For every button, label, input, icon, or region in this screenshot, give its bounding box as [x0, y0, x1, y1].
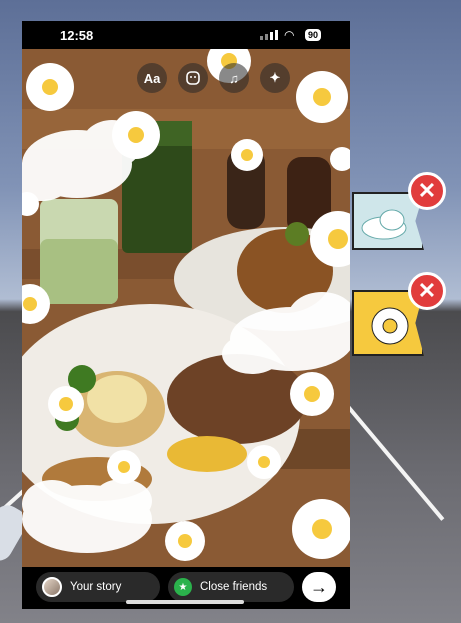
arrow-right-icon: →	[310, 576, 328, 597]
wifi-icon: ◠	[284, 28, 295, 42]
status-time: 12:58	[60, 28, 94, 43]
text-tool-button[interactable]: Aa	[137, 63, 167, 93]
avatar	[42, 577, 62, 597]
delete-cloud-sticker-button[interactable]: ✕	[408, 172, 446, 210]
story-photo[interactable]	[22, 49, 350, 567]
home-indicator	[126, 600, 244, 604]
status-bar: 12:58 ◠ 90	[22, 21, 350, 49]
effects-button[interactable]: ✦	[260, 63, 290, 93]
sparkles-icon: ✦	[269, 70, 281, 85]
music-note-icon: ♫	[229, 70, 239, 86]
send-button[interactable]: →	[302, 572, 336, 602]
daisy-icon	[22, 49, 350, 561]
sticker-icon	[186, 71, 200, 85]
sticker-button[interactable]	[178, 63, 208, 93]
daisy-stickers	[22, 49, 350, 561]
phone-frame: 12:58 ◠ 90 Aa ♫ ✦ Your story ★ Close fri…	[22, 21, 350, 609]
close-x-icon: ✕	[417, 178, 437, 203]
close-friends-label: Close friends	[200, 581, 268, 593]
battery-indicator: 90	[305, 29, 322, 41]
your-story-button[interactable]: Your story	[36, 572, 160, 602]
signal-icon	[260, 30, 278, 40]
floor-line-right	[338, 395, 445, 521]
delete-daisy-sticker-button[interactable]: ✕	[408, 272, 446, 310]
your-story-label: Your story	[70, 581, 122, 593]
star-icon: ★	[174, 578, 192, 596]
close-x-icon: ✕	[417, 278, 437, 303]
close-friends-button[interactable]: ★ Close friends	[168, 572, 294, 602]
music-button[interactable]: ♫	[219, 63, 249, 93]
